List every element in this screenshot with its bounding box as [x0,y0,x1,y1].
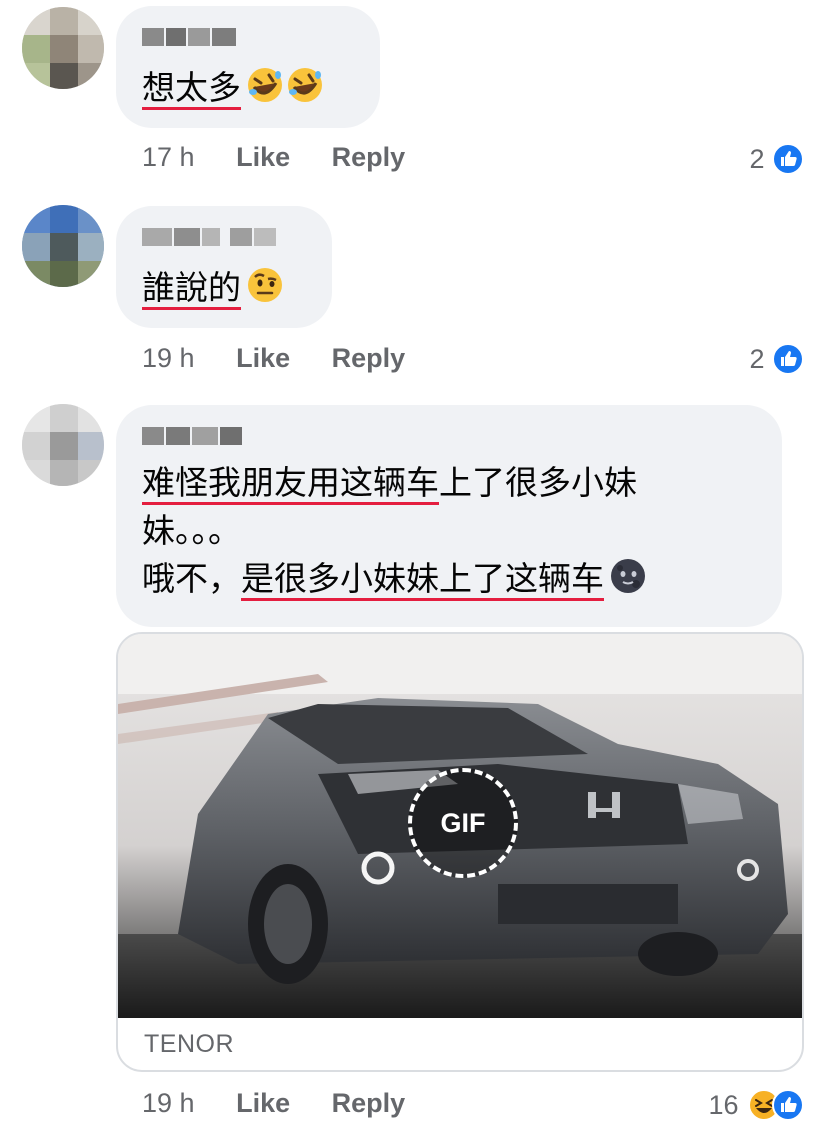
rolling-on-floor-laughing-icon [248,68,282,102]
comment-text: 难怪我朋友用这辆车上了很多小妹 妹。。。 哦不，是很多小妹妹上了这辆车 [142,459,648,603]
comment-meta: 19 h Like Reply [142,341,405,375]
author-name-blurred[interactable] [142,427,244,449]
rolling-on-floor-laughing-icon [288,68,322,102]
timestamp[interactable]: 17 h [142,142,195,172]
like-reaction-icon [772,142,804,175]
reaction-summary[interactable]: 2 [749,140,804,175]
comment-bubble: 誰說的 [116,206,332,328]
gif-attachment[interactable]: GIF TENOR [116,632,804,1072]
like-button[interactable]: Like [236,1088,290,1118]
comment-text: 誰說的 [142,264,285,312]
comment-1: 想太多 17 h Like Reply 2 [0,0,828,190]
comment-meta: 19 h Like Reply [142,1086,405,1120]
like-button[interactable]: Like [236,142,290,172]
comment-2: 誰說的 19 h Like Reply 2 [0,200,828,390]
face-with-raised-eyebrow-icon [248,268,282,302]
comment-bubble: 想太多 [116,6,380,128]
reaction-summary[interactable]: 16 [708,1086,804,1121]
timestamp[interactable]: 19 h [142,1088,195,1118]
gif-source-label: TENOR [144,1030,234,1058]
avatar[interactable] [22,205,104,287]
timestamp[interactable]: 19 h [142,343,195,373]
comment-text: 想太多 [142,64,325,112]
like-reaction-icon [772,1088,804,1121]
car-gif-image[interactable]: GIF [118,634,802,1018]
reaction-count: 16 [708,1089,739,1120]
reply-button[interactable]: Reply [332,1088,406,1118]
avatar[interactable] [22,404,104,486]
avatar[interactable] [22,7,104,89]
reaction-count: 2 [749,143,765,174]
like-button[interactable]: Like [236,343,290,373]
reply-button[interactable]: Reply [332,142,406,172]
new-moon-face-icon [611,559,645,593]
reaction-count: 2 [749,343,765,374]
comment-meta: 17 h Like Reply [142,140,405,174]
author-name-blurred[interactable] [142,28,238,50]
author-name-blurred[interactable] [142,228,278,250]
comment-bubble: 难怪我朋友用这辆车上了很多小妹 妹。。。 哦不，是很多小妹妹上了这辆车 [116,405,782,627]
reply-button[interactable]: Reply [332,343,406,373]
gif-badge-label: GIF [440,808,486,838]
reaction-summary[interactable]: 2 [749,340,804,375]
like-reaction-icon [772,342,804,375]
